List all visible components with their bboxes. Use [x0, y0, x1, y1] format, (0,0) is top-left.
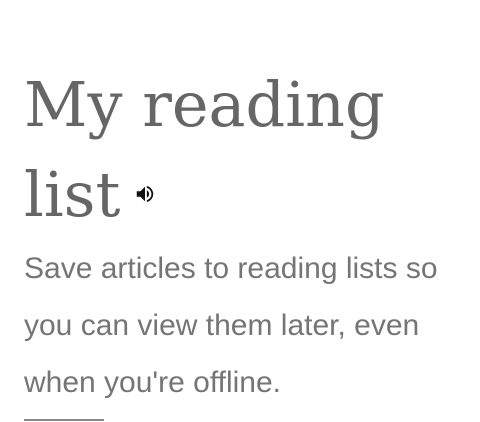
volume-up-icon[interactable] — [134, 183, 156, 205]
reading-list-description: Save articles to reading lists so you ca… — [24, 252, 438, 399]
onboarding-content: My reading list Save articles to reading… — [24, 60, 464, 411]
divider — [24, 419, 104, 421]
page-title: My reading list — [24, 60, 464, 240]
page-title-text: My reading list — [24, 68, 385, 231]
